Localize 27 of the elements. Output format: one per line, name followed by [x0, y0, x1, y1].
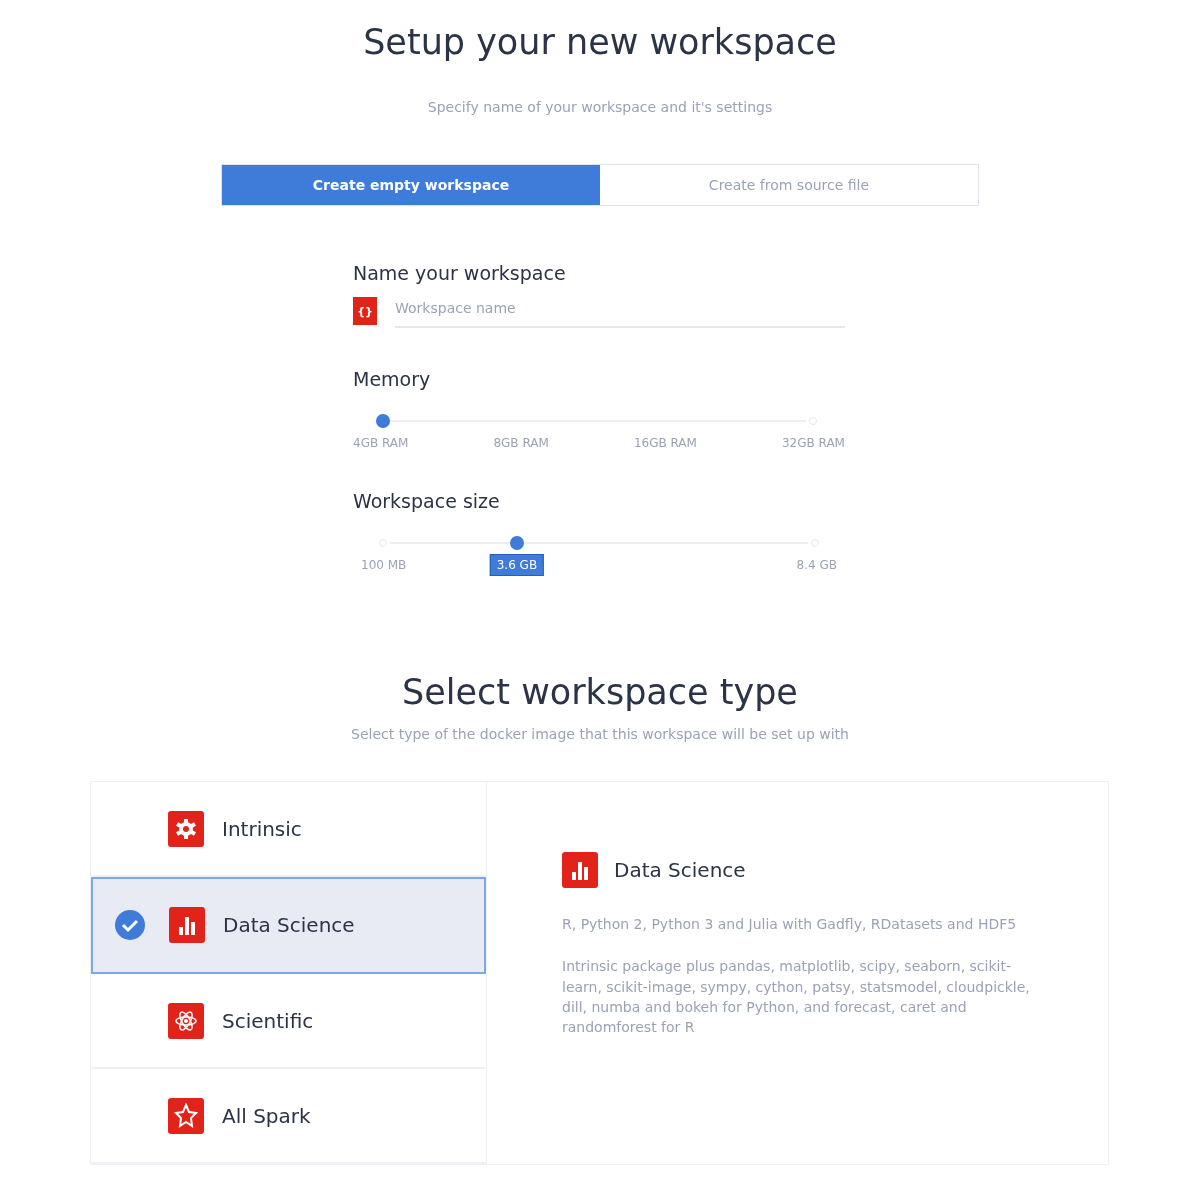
workspace-type-item[interactable]: Data Science — [91, 877, 486, 974]
detail-languages: R, Python 2, Python 3 and Julia with Gadfly, RDatasets and HDF5 — [562, 915, 1018, 934]
detail-packages: Intrinsic package plus pandas, matplotlib, scipy, seaborn, scikit-learn, scikit-image, sympy, cython, patsy, statsmodel, cloudpickle, dill, numba and bokeh for Python, and forecast, caret and randomforest for R — [562, 957, 1031, 1038]
page-title: Setup your new workspace — [362, 22, 838, 62]
tab[interactable]: Create empty workspace — [222, 165, 600, 205]
slider-thumb[interactable] — [376, 414, 390, 428]
section-subtitle: Select type of the docker image that this workspace will be set up with — [351, 726, 849, 742]
slider-stop-label: 16GB RAM — [633, 436, 697, 450]
slider-max-label: 8.4 GB — [796, 558, 837, 572]
page-subtitle: Specify name of your workspace and it's settings — [427, 99, 773, 115]
slider-value-badge: 3.6 GB — [489, 554, 545, 576]
atom-icon — [168, 1002, 204, 1039]
slider-thumb[interactable] — [509, 536, 524, 550]
field-label: Workspace size — [353, 490, 500, 512]
slider-min-label: 100 MB — [361, 558, 407, 572]
check-icon — [115, 910, 145, 941]
slider-stop-label: 4GB RAM — [353, 436, 409, 450]
field-label: Memory — [353, 368, 431, 390]
section-title: Select workspace type — [401, 672, 799, 712]
slider-stop-label: 8GB RAM — [493, 436, 549, 450]
slider-stop-label: 32GB RAM — [781, 436, 845, 450]
detail-title: Data Science — [614, 858, 746, 882]
field-label: Name your workspace — [353, 262, 566, 284]
bar-chart-icon — [562, 852, 598, 888]
gear-icon — [168, 811, 204, 848]
bar-chart-icon — [169, 907, 205, 944]
code-badge-icon: {} — [353, 297, 377, 325]
